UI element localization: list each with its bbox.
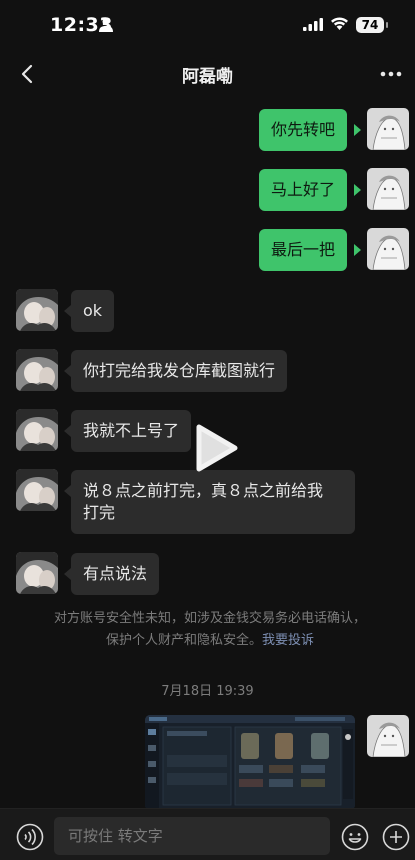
message-bubble-sent[interactable]: 最后一把 <box>259 229 348 271</box>
bubble-tail <box>64 485 71 497</box>
message-input[interactable]: 可按住 转文字 <box>54 817 330 855</box>
notice-line: 对方账号安全性未知，如涉及金钱交易务必电话确认， <box>53 611 366 626</box>
game-screenshot-image <box>145 715 355 810</box>
message-timestamp: 7月18日 19:39 <box>161 684 254 699</box>
bubble-tail <box>354 124 361 136</box>
bubble-tail <box>64 425 71 437</box>
plus-icon[interactable] <box>382 823 410 851</box>
voice-icon[interactable] <box>16 823 44 851</box>
message-bubble-received[interactable]: 你打完给我发仓库截图就行 <box>71 350 288 392</box>
bubble-tail <box>64 365 71 377</box>
chat-title: 阿磊嘞 <box>182 67 233 87</box>
message-bubble-sent[interactable]: 你先转吧 <box>259 109 348 151</box>
contact-avatar-image <box>16 552 58 594</box>
more-icon[interactable] <box>374 60 408 88</box>
message-text-line: 打完 <box>83 503 116 522</box>
my-avatar[interactable] <box>367 228 409 270</box>
my-avatar[interactable] <box>367 715 409 757</box>
bubble-tail <box>354 244 361 256</box>
signal-icon <box>303 18 323 31</box>
my-avatar-image <box>367 168 409 210</box>
message-bubble-received[interactable]: 我就不上号了 <box>71 410 192 452</box>
image-message[interactable] <box>145 715 355 810</box>
my-avatar-image <box>367 715 409 757</box>
contact-avatar-image <box>16 349 58 391</box>
contact-avatar-image <box>16 469 58 511</box>
message-bubble-received[interactable]: ok <box>71 290 115 332</box>
contact-avatar[interactable] <box>16 289 58 331</box>
battery-nub <box>386 22 388 28</box>
message-bubble-received[interactable]: 有点说法 <box>71 553 160 595</box>
play-icon[interactable] <box>189 422 241 474</box>
my-avatar[interactable] <box>367 108 409 150</box>
contact-avatar-image <box>16 289 58 331</box>
message-bubble-sent[interactable]: 马上好了 <box>259 169 348 211</box>
contact-avatar-image <box>16 409 58 451</box>
nav-bar: 阿磊嘞 <box>0 50 415 98</box>
contact-avatar[interactable] <box>16 469 58 511</box>
battery-indicator: 74 <box>356 17 384 33</box>
report-link[interactable]: 我要投诉 <box>262 633 314 648</box>
person-icon <box>99 18 113 32</box>
input-bar: 可按住 转文字 <box>0 808 415 860</box>
contact-avatar[interactable] <box>16 349 58 391</box>
my-avatar-image <box>367 108 409 150</box>
bubble-tail <box>354 184 361 196</box>
message-text-line: 说８点之前打完，真８点之前给我 <box>83 481 324 500</box>
notice-line: 保护个人财产和隐私安全。我要投诉 <box>30 630 390 652</box>
bubble-tail <box>64 568 71 580</box>
my-avatar[interactable] <box>367 168 409 210</box>
status-bar: 12:33 74 <box>0 0 415 50</box>
message-bubble-received[interactable]: 说８点之前打完，真８点之前给我 打完 <box>71 470 355 534</box>
safety-notice: 对方账号安全性未知，如涉及金钱交易务必电话确认， 保护个人财产和隐私安全。我要投… <box>30 608 390 652</box>
wifi-icon <box>331 17 348 30</box>
notice-text: 保护个人财产和隐私安全。 <box>105 633 262 648</box>
my-avatar-image <box>367 228 409 270</box>
contact-avatar[interactable] <box>16 409 58 451</box>
contact-avatar[interactable] <box>16 552 58 594</box>
emoji-icon[interactable] <box>341 823 369 851</box>
bubble-tail <box>64 305 71 317</box>
